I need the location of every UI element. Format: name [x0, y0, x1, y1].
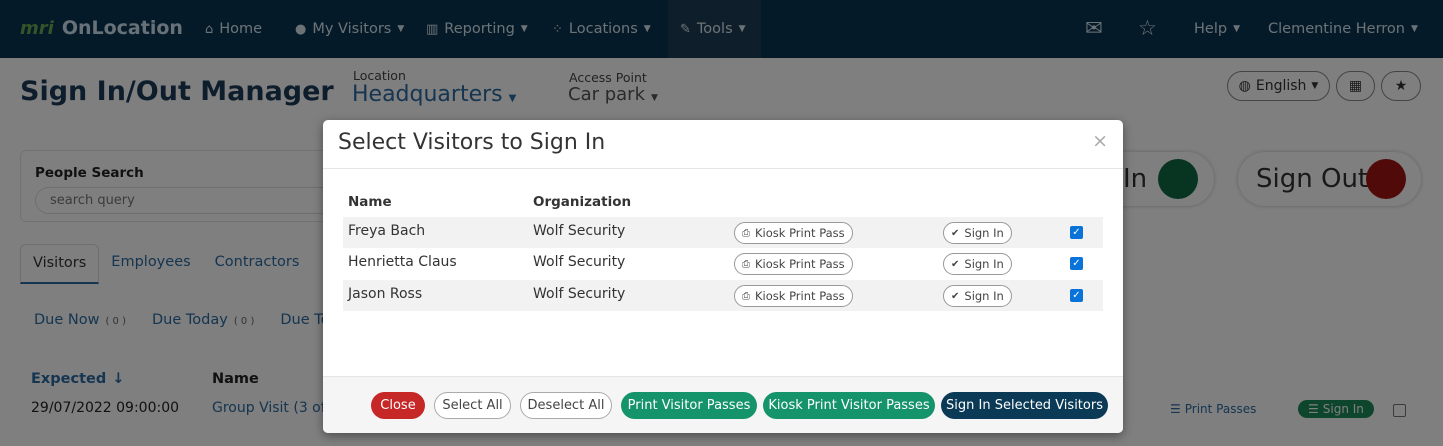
- visitor-checkbox[interactable]: ✓: [1070, 226, 1083, 239]
- sign-in-button[interactable]: ✔ Sign In: [943, 253, 1012, 275]
- select-visitors-modal: Select Visitors to Sign In × Name Organi…: [323, 120, 1123, 433]
- sign-in-selected-visitors-button[interactable]: Sign In Selected Visitors: [941, 392, 1108, 419]
- column-header-organization: Organization: [533, 194, 632, 210]
- kiosk-print-pass-label: Kiosk Print Pass: [755, 289, 845, 303]
- visitor-organization: Wolf Security: [533, 254, 626, 270]
- kiosk-print-pass-label: Kiosk Print Pass: [755, 257, 845, 271]
- sign-in-button[interactable]: ✔ Sign In: [943, 222, 1012, 244]
- kiosk-print-pass-button[interactable]: ⎙ Kiosk Print Pass: [734, 285, 853, 307]
- visitor-organization: Wolf Security: [533, 223, 626, 239]
- visitor-checkbox[interactable]: ✓: [1070, 289, 1083, 302]
- table-row: Freya Bach Wolf Security ⎙ Kiosk Print Pa…: [343, 217, 1103, 248]
- kiosk-print-visitor-passes-button[interactable]: Kiosk Print Visitor Passes: [763, 392, 935, 419]
- column-header-name: Name: [348, 194, 392, 210]
- close-icon[interactable]: ×: [1092, 130, 1108, 152]
- kiosk-print-pass-button[interactable]: ⎙ Kiosk Print Pass: [734, 222, 853, 244]
- check-circle-icon: ✔: [951, 258, 960, 270]
- sign-in-label: Sign In: [964, 257, 1004, 271]
- sign-in-label: Sign In: [964, 289, 1004, 303]
- visitor-name: Henrietta Claus: [348, 254, 457, 270]
- check-circle-icon: ✔: [951, 227, 960, 239]
- modal-title: Select Visitors to Sign In: [338, 130, 606, 155]
- visitor-checkbox[interactable]: ✓: [1070, 257, 1083, 270]
- visitor-name: Jason Ross: [348, 286, 423, 302]
- sign-in-button[interactable]: ✔ Sign In: [943, 285, 1012, 307]
- table-row: Jason Ross Wolf Security ⎙ Kiosk Print Pa…: [343, 280, 1103, 311]
- select-all-button[interactable]: Select All: [434, 392, 511, 419]
- visitor-name: Freya Bach: [348, 223, 426, 239]
- check-circle-icon: ✔: [951, 290, 960, 302]
- modal-header: Select Visitors to Sign In ×: [323, 120, 1123, 169]
- close-button[interactable]: Close: [371, 392, 425, 419]
- print-icon: ⎙: [742, 290, 750, 302]
- print-icon: ⎙: [742, 227, 750, 239]
- kiosk-print-pass-button[interactable]: ⎙ Kiosk Print Pass: [734, 253, 853, 275]
- table-row: Henrietta Claus Wolf Security ⎙ Kiosk Pri…: [343, 248, 1103, 279]
- print-visitor-passes-button[interactable]: Print Visitor Passes: [621, 392, 757, 419]
- visitor-organization: Wolf Security: [533, 286, 626, 302]
- kiosk-print-pass-label: Kiosk Print Pass: [755, 226, 845, 240]
- deselect-all-button[interactable]: Deselect All: [520, 392, 612, 419]
- print-icon: ⎙: [742, 258, 750, 270]
- modal-footer: Close Select All Deselect All Print Visi…: [323, 376, 1123, 433]
- sign-in-label: Sign In: [964, 226, 1004, 240]
